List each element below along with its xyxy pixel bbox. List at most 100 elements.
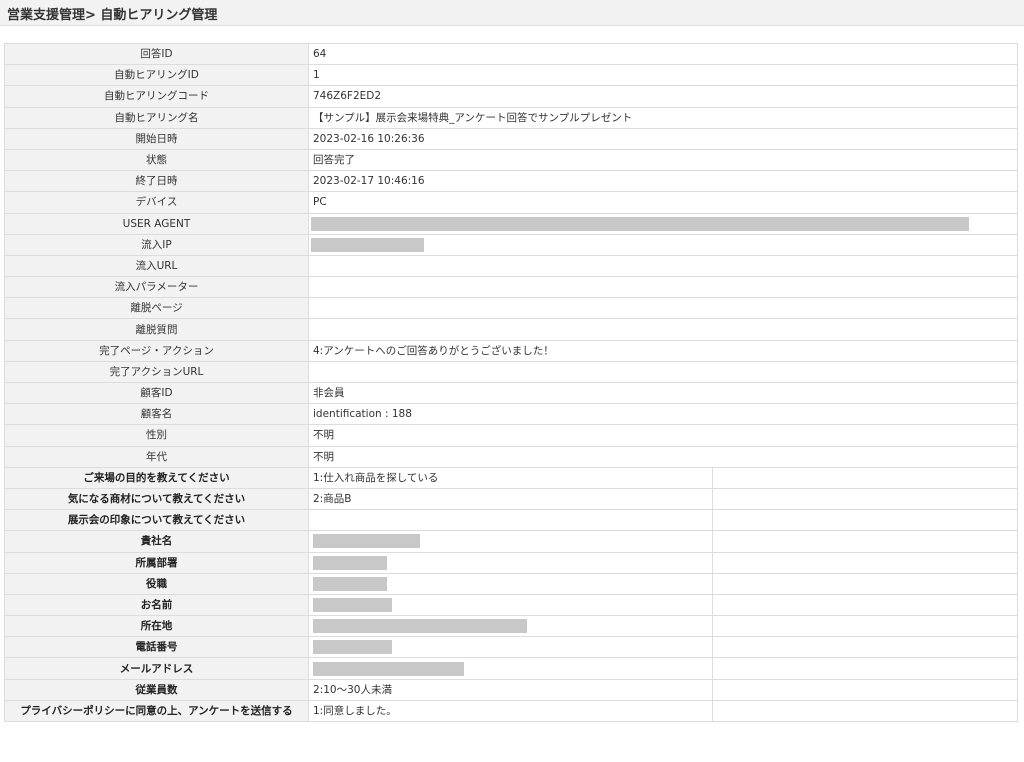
answer-extra bbox=[712, 593, 1018, 617]
row-label: 完了アクションURL bbox=[4, 360, 309, 384]
row-label: 年代 bbox=[4, 445, 309, 468]
question-label: 従業員数 bbox=[4, 678, 309, 701]
row-status: 状態 回答完了 bbox=[4, 148, 1018, 172]
answer-extra bbox=[712, 657, 1018, 680]
redacted-value bbox=[313, 640, 392, 655]
row-hearing-code: 自動ヒアリングコード 746Z6F2ED2 bbox=[4, 85, 1018, 108]
answer-value: 1:仕入れ商品を探している bbox=[308, 466, 713, 489]
answer-extra bbox=[712, 615, 1018, 638]
answer-detail-table: 回答ID 64 自動ヒアリングID 1 自動ヒアリングコード 746Z6F2ED… bbox=[4, 42, 1018, 723]
row-end-datetime: 終了日時 2023-02-17 10:46:16 bbox=[4, 170, 1018, 193]
page-header: 営業支援管理> 自動ヒアリング管理 bbox=[0, 0, 1024, 26]
row-inflow-parameter: 流入パラメーター bbox=[4, 276, 1018, 299]
question-label: 展示会の印象について教えてください bbox=[4, 509, 309, 532]
row-gender: 性別 不明 bbox=[4, 424, 1018, 447]
row-value: 【サンプル】展示会来場特典_アンケート回答でサンプルプレゼント bbox=[308, 106, 1018, 129]
question-row-position: 役職 bbox=[4, 572, 1018, 595]
answer-value: 2:10〜30人未満 bbox=[308, 678, 713, 701]
redacted-value bbox=[313, 597, 392, 612]
question-row-department: 所属部署 bbox=[4, 551, 1018, 574]
row-value: 746Z6F2ED2 bbox=[308, 85, 1018, 108]
row-label: 回答ID bbox=[4, 42, 309, 66]
row-complete-action-url: 完了アクションURL bbox=[4, 360, 1018, 384]
row-value bbox=[308, 212, 1018, 235]
row-value: 回答完了 bbox=[308, 148, 1018, 172]
row-value: 2023-02-17 10:46:16 bbox=[308, 170, 1018, 193]
row-answer-id: 回答ID 64 bbox=[4, 42, 1018, 66]
row-label: 自動ヒアリング名 bbox=[4, 106, 309, 129]
answer-value bbox=[308, 551, 713, 574]
row-value: 4:アンケートへのご回答ありがとうございました！ bbox=[308, 339, 1018, 362]
question-label: 気になる商材について教えてください bbox=[4, 487, 309, 511]
question-label: 所属部署 bbox=[4, 551, 309, 574]
question-row-phone-number: 電話番号 bbox=[4, 636, 1018, 659]
redacted-value bbox=[313, 619, 527, 634]
answer-extra bbox=[712, 551, 1018, 574]
answer-extra bbox=[712, 699, 1018, 723]
row-label: 性別 bbox=[4, 424, 309, 447]
redacted-value bbox=[311, 216, 969, 231]
row-value bbox=[308, 233, 1018, 256]
row-value: PC bbox=[308, 191, 1018, 214]
redacted-value bbox=[313, 576, 387, 591]
row-value: 2023-02-16 10:26:36 bbox=[308, 127, 1018, 150]
row-label: デバイス bbox=[4, 191, 309, 214]
row-label: 流入URL bbox=[4, 254, 309, 278]
answer-extra bbox=[712, 678, 1018, 701]
answer-value bbox=[308, 572, 713, 595]
question-row-visit-purpose: ご来場の目的を教えてください 1:仕入れ商品を探している bbox=[4, 466, 1018, 489]
question-row-privacy-consent: プライバシーポリシーに同意の上、アンケートを送信する 1:同意しました。 bbox=[4, 699, 1018, 723]
row-inflow-ip: 流入IP bbox=[4, 233, 1018, 256]
row-label: 流入IP bbox=[4, 233, 309, 256]
row-value: 非会員 bbox=[308, 381, 1018, 405]
answer-value: 1:同意しました。 bbox=[308, 699, 713, 723]
question-label: 所在地 bbox=[4, 615, 309, 638]
question-row-exhibition-impression: 展示会の印象について教えてください bbox=[4, 509, 1018, 532]
row-customer-name: 顧客名 identification : 188 bbox=[4, 403, 1018, 426]
row-value: 不明 bbox=[308, 445, 1018, 468]
row-label: 開始日時 bbox=[4, 127, 309, 150]
row-label: 離脱ページ bbox=[4, 297, 309, 320]
row-value bbox=[308, 254, 1018, 278]
row-customer-id: 顧客ID 非会員 bbox=[4, 381, 1018, 405]
answer-extra bbox=[712, 466, 1018, 489]
row-value: 64 bbox=[308, 42, 1018, 66]
answer-extra bbox=[712, 530, 1018, 553]
row-exit-question: 離脱質問 bbox=[4, 318, 1018, 341]
page-title: 営業支援管理> 自動ヒアリング管理 bbox=[7, 8, 218, 23]
answer-extra bbox=[712, 509, 1018, 532]
row-age-group: 年代 不明 bbox=[4, 445, 1018, 468]
row-device: デバイス PC bbox=[4, 191, 1018, 214]
row-label: 終了日時 bbox=[4, 170, 309, 193]
row-hearing-id: 自動ヒアリングID 1 bbox=[4, 64, 1018, 87]
row-label: 顧客名 bbox=[4, 403, 309, 426]
redacted-value bbox=[311, 237, 424, 252]
row-label: 顧客ID bbox=[4, 381, 309, 405]
answer-extra bbox=[712, 636, 1018, 659]
row-label: 自動ヒアリングID bbox=[4, 64, 309, 87]
question-label: ご来場の目的を教えてください bbox=[4, 466, 309, 489]
row-exit-page: 離脱ページ bbox=[4, 297, 1018, 320]
row-value bbox=[308, 297, 1018, 320]
answer-value bbox=[308, 530, 713, 553]
row-hearing-name: 自動ヒアリング名 【サンプル】展示会来場特典_アンケート回答でサンプルプレゼント bbox=[4, 106, 1018, 129]
answer-value bbox=[308, 636, 713, 659]
row-inflow-url: 流入URL bbox=[4, 254, 1018, 278]
answer-value bbox=[308, 509, 713, 532]
row-value: 1 bbox=[308, 64, 1018, 87]
question-label: 役職 bbox=[4, 572, 309, 595]
row-value: 不明 bbox=[308, 424, 1018, 447]
answer-value: 2:商品B bbox=[308, 487, 713, 511]
row-label: 完了ページ・アクション bbox=[4, 339, 309, 362]
answer-value bbox=[308, 657, 713, 680]
answer-value bbox=[308, 615, 713, 638]
question-row-full-name: お名前 bbox=[4, 593, 1018, 617]
question-label: お名前 bbox=[4, 593, 309, 617]
question-label: メールアドレス bbox=[4, 657, 309, 680]
question-label: 電話番号 bbox=[4, 636, 309, 659]
row-value bbox=[308, 360, 1018, 384]
redacted-value bbox=[313, 534, 420, 549]
row-value: identification : 188 bbox=[308, 403, 1018, 426]
row-user-agent: USER AGENT bbox=[4, 212, 1018, 235]
answer-value bbox=[308, 593, 713, 617]
